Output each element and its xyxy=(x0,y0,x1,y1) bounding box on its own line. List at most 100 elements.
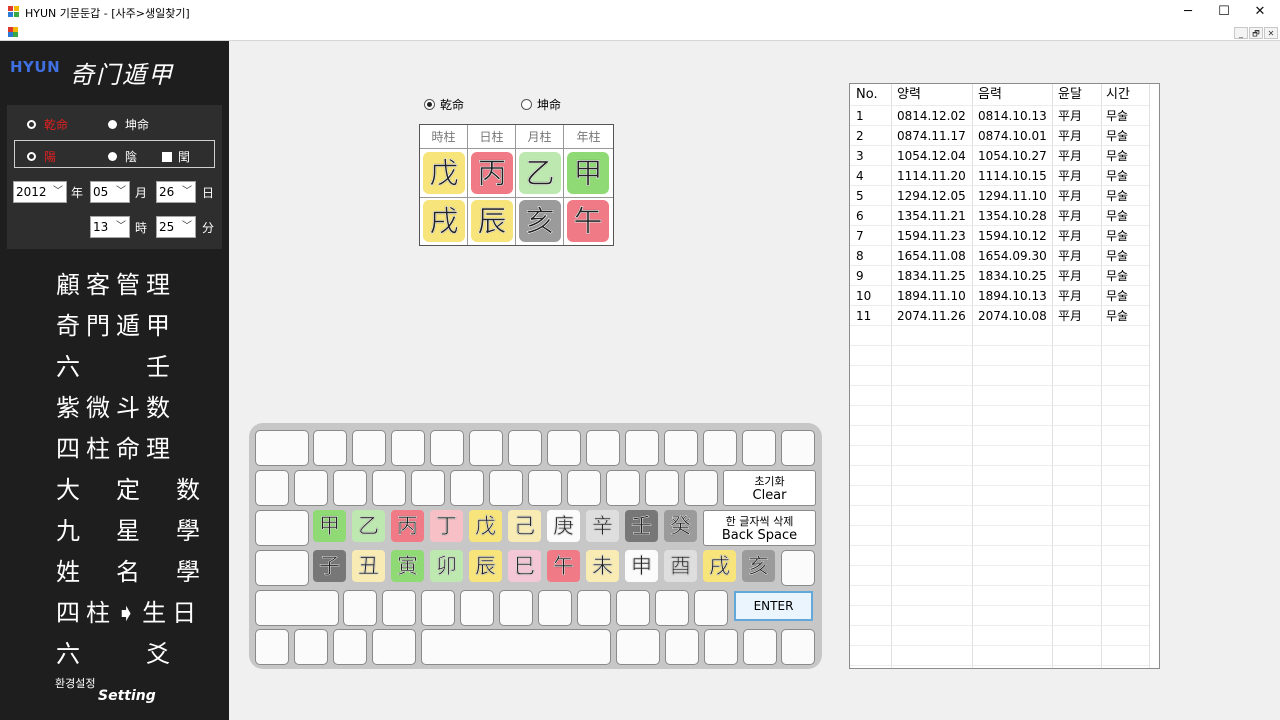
radio-lunar[interactable]: 陰 xyxy=(108,148,137,165)
keyboard-key[interactable] xyxy=(255,550,309,586)
close-button[interactable]: ✕ xyxy=(1242,0,1278,24)
key-branch-o[interactable]: 午 xyxy=(547,550,580,582)
keyboard-key[interactable] xyxy=(577,590,611,626)
column-header-solar[interactable]: 양력 xyxy=(897,84,921,106)
key-branch-sa[interactable]: 巳 xyxy=(508,550,541,582)
key-stem-eul[interactable]: 乙 xyxy=(352,510,385,542)
keyboard-key[interactable] xyxy=(372,629,416,665)
key-branch-jin[interactable]: 辰 xyxy=(469,550,502,582)
table-row[interactable]: 2 0874.11.17 0874.10.01 平月 무술 xyxy=(850,126,1149,146)
table-row[interactable]: 3 1054.12.04 1054.10.27 平月 무술 xyxy=(850,146,1149,166)
keyboard-key[interactable] xyxy=(547,430,581,466)
keyboard-key[interactable] xyxy=(255,510,309,546)
key-branch-sin[interactable]: 申 xyxy=(625,550,658,582)
menu-qimen-dunjia[interactable]: 奇門遁甲 xyxy=(56,306,176,341)
table-row[interactable]: 5 1294.12.05 1294.11.10 平月 무술 xyxy=(850,186,1149,206)
keyboard-key[interactable] xyxy=(616,590,650,626)
key-stem-byeong[interactable]: 丙 xyxy=(391,510,424,542)
keyboard-key[interactable] xyxy=(616,629,660,665)
keyboard-key[interactable] xyxy=(567,470,601,506)
column-header-no[interactable]: No. xyxy=(856,84,878,106)
keyboard-key[interactable] xyxy=(255,629,289,665)
key-stem-im[interactable]: 壬 xyxy=(625,510,658,542)
key-branch-mi[interactable]: 未 xyxy=(586,550,619,582)
menu-name-study[interactable]: 姓 名 學 xyxy=(56,552,206,587)
menu-gusung[interactable]: 九 星 學 xyxy=(56,511,206,546)
main-radio-male[interactable]: 乾命 xyxy=(424,96,464,113)
month-select[interactable]: 05 ﹀ xyxy=(90,181,130,203)
day-stem-tile[interactable]: 丙 xyxy=(471,152,513,194)
keyboard-key[interactable] xyxy=(665,629,699,665)
keyboard-key[interactable] xyxy=(742,430,776,466)
column-header-leap[interactable]: 윤달 xyxy=(1058,84,1082,106)
year-branch-tile[interactable]: 午 xyxy=(567,200,609,242)
minute-select[interactable]: 25 ﹀ xyxy=(156,216,196,238)
birthday-results-table[interactable]: No. 양력 음력 윤달 시간 1 0814.12.02 0814.10.13 平月 무… xyxy=(849,83,1160,669)
hour-branch-tile[interactable]: 戌 xyxy=(423,200,465,242)
menu-saju-to-birthday[interactable]: 四柱➧生日 xyxy=(56,593,202,628)
keyboard-key[interactable] xyxy=(538,590,572,626)
keyboard-key[interactable] xyxy=(694,590,728,626)
radio-female[interactable]: 坤命 xyxy=(108,116,149,133)
table-row[interactable]: 11 2074.11.26 2074.10.08 平月 무술 xyxy=(850,306,1149,326)
table-row[interactable]: 1 0814.12.02 0814.10.13 平月 무술 xyxy=(850,106,1149,126)
table-row[interactable]: 4 1114.11.20 1114.10.15 平月 무술 xyxy=(850,166,1149,186)
main-radio-female[interactable]: 坤命 xyxy=(521,96,561,113)
table-row[interactable]: 9 1834.11.25 1834.10.25 平月 무술 xyxy=(850,266,1149,286)
keyboard-key[interactable] xyxy=(743,629,777,665)
keyboard-key[interactable] xyxy=(411,470,445,506)
keyboard-key[interactable] xyxy=(645,470,679,506)
table-row[interactable]: 10 1894.11.10 1894.10.13 平月 무술 xyxy=(850,286,1149,306)
keyboard-key[interactable] xyxy=(664,430,698,466)
keyboard-key[interactable] xyxy=(781,550,815,586)
keyboard-key[interactable] xyxy=(606,470,640,506)
table-row[interactable]: 7 1594.11.23 1594.10.12 平月 무술 xyxy=(850,226,1149,246)
keyboard-key[interactable] xyxy=(333,629,367,665)
mdi-child-icon[interactable] xyxy=(8,27,19,38)
menu-ziwei-doushu[interactable]: 紫微斗数 xyxy=(56,388,176,423)
day-branch-tile[interactable]: 辰 xyxy=(471,200,513,242)
keyboard-key[interactable] xyxy=(343,590,377,626)
column-header-time[interactable]: 시간 xyxy=(1106,84,1130,106)
month-stem-tile[interactable]: 乙 xyxy=(519,152,561,194)
keyboard-key[interactable] xyxy=(704,629,738,665)
year-select[interactable]: 2012 ﹀ xyxy=(13,181,67,203)
setting-button[interactable]: Setting xyxy=(98,688,156,704)
key-stem-gyeong[interactable]: 庚 xyxy=(547,510,580,542)
table-row[interactable]: 6 1354.11.21 1354.10.28 平月 무술 xyxy=(850,206,1149,226)
key-stem-gi[interactable]: 己 xyxy=(508,510,541,542)
keyboard-key[interactable] xyxy=(391,430,425,466)
menu-saju[interactable]: 四柱命理 xyxy=(56,429,176,464)
table-row[interactable]: 8 1654.11.08 1654.09.30 平月 무술 xyxy=(850,246,1149,266)
menu-liuren[interactable]: 六 壬 xyxy=(56,347,176,382)
mdi-minimize-button[interactable]: _ xyxy=(1234,27,1248,39)
enter-button[interactable]: ENTER xyxy=(734,591,813,621)
key-branch-sul[interactable]: 戌 xyxy=(703,550,736,582)
keyboard-key[interactable] xyxy=(255,430,309,466)
hour-stem-tile[interactable]: 戊 xyxy=(423,152,465,194)
leap-month-checkbox[interactable]: 閏 xyxy=(162,148,190,165)
clear-button[interactable]: 초기화 Clear xyxy=(723,470,816,506)
keyboard-key[interactable] xyxy=(255,470,289,506)
keyboard-key[interactable] xyxy=(703,430,737,466)
minimize-button[interactable]: ─ xyxy=(1170,0,1206,24)
keyboard-key[interactable] xyxy=(372,470,406,506)
year-stem-tile[interactable]: 甲 xyxy=(567,152,609,194)
keyboard-key[interactable] xyxy=(382,590,416,626)
key-branch-hae[interactable]: 亥 xyxy=(742,550,775,582)
keyboard-key[interactable] xyxy=(586,430,620,466)
key-stem-gye[interactable]: 癸 xyxy=(664,510,697,542)
keyboard-key[interactable] xyxy=(450,470,484,506)
key-branch-ja[interactable]: 子 xyxy=(313,550,346,582)
maximize-button[interactable]: ☐ xyxy=(1206,0,1242,24)
keyboard-key[interactable] xyxy=(499,590,533,626)
keyboard-key[interactable] xyxy=(352,430,386,466)
month-branch-tile[interactable]: 亥 xyxy=(519,200,561,242)
menu-daejeongsu[interactable]: 大 定 数 xyxy=(56,470,206,505)
keyboard-key[interactable] xyxy=(469,430,503,466)
keyboard-key[interactable] xyxy=(528,470,562,506)
mdi-restore-button[interactable]: 🗗 xyxy=(1249,27,1263,39)
keyboard-key[interactable] xyxy=(781,629,815,665)
key-branch-chuk[interactable]: 丑 xyxy=(352,550,385,582)
key-stem-gap[interactable]: 甲 xyxy=(313,510,346,542)
